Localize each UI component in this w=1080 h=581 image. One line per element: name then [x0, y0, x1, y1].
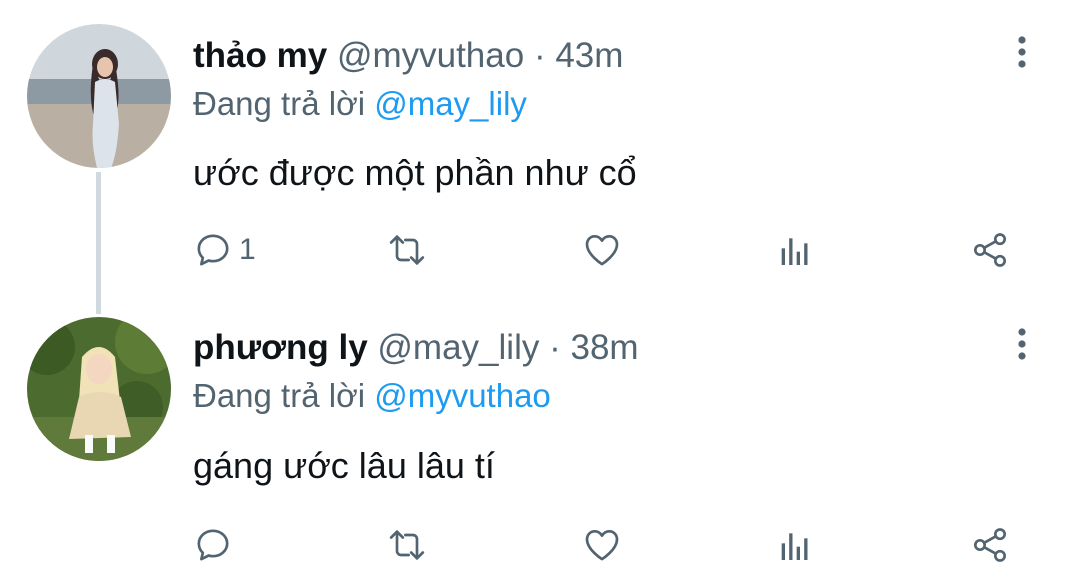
timestamp[interactable]: 43m	[555, 36, 623, 75]
replying-to-mention[interactable]: @myvuthao	[374, 377, 551, 414]
retweet-button[interactable]	[387, 228, 427, 272]
tweet[interactable]: phương ly @may_lily · 38m Đang trả lời @…	[0, 300, 1080, 581]
separator-dot: ·	[549, 328, 561, 367]
reply-count: 1	[239, 233, 256, 266]
more-options-button[interactable]	[1004, 326, 1040, 362]
avatar[interactable]	[27, 317, 171, 461]
more-vertical-icon	[1018, 328, 1026, 360]
tweet-text: gáng ước lâu lâu tí	[193, 445, 495, 486]
display-name[interactable]: phương ly	[193, 328, 368, 367]
share-icon	[974, 528, 1006, 562]
replying-to-mention[interactable]: @may_lily	[374, 85, 527, 122]
avatar-photo-beach	[27, 24, 171, 168]
timestamp[interactable]: 38m	[570, 328, 638, 367]
more-vertical-icon	[1018, 36, 1026, 68]
analytics-bars-icon	[781, 238, 808, 265]
more-options-button[interactable]	[1004, 34, 1040, 70]
tweet[interactable]: thảo my @myvuthao · 43m Đang trả lời @ma…	[0, 0, 1080, 300]
reply-button[interactable]: 1	[193, 228, 256, 272]
share-button[interactable]	[970, 523, 1010, 567]
heart-icon	[585, 235, 619, 266]
reply-icon	[197, 529, 229, 561]
replying-to-label: Đang trả lời	[193, 377, 366, 414]
reply-icon	[197, 234, 229, 266]
tweet-text: ước được một phần như cổ	[193, 152, 637, 193]
user-handle[interactable]: @myvuthao	[337, 36, 524, 75]
analytics-button[interactable]	[775, 228, 815, 272]
tweet-header: thảo my @myvuthao · 43m	[193, 34, 623, 78]
tweet-header: phương ly @may_lily · 38m	[193, 326, 639, 370]
replying-to-label: Đang trả lời	[193, 85, 366, 122]
like-button[interactable]	[582, 523, 622, 567]
analytics-button[interactable]	[775, 523, 815, 567]
replying-to-line: Đang trả lời @may_lily	[193, 82, 527, 126]
replying-to-line: Đang trả lời @myvuthao	[193, 374, 551, 418]
separator-dot: ·	[533, 36, 546, 75]
share-icon	[974, 233, 1006, 267]
share-button[interactable]	[970, 228, 1010, 272]
retweet-button[interactable]	[387, 523, 427, 567]
avatar[interactable]	[27, 24, 171, 168]
tweet-actions: 1	[0, 228, 1080, 272]
tweet-actions	[0, 523, 1080, 567]
reply-button[interactable]	[193, 523, 239, 567]
display-name[interactable]: thảo my	[193, 36, 327, 75]
like-button[interactable]	[582, 228, 622, 272]
avatar-photo-garden	[27, 317, 171, 461]
retweet-icon	[389, 235, 425, 265]
analytics-bars-icon	[781, 533, 808, 560]
heart-icon	[585, 530, 619, 561]
user-handle[interactable]: @may_lily	[377, 328, 539, 367]
retweet-icon	[389, 530, 425, 560]
